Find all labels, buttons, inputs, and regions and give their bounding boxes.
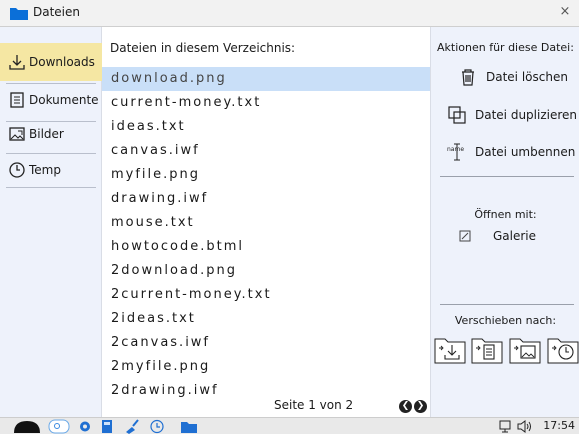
page-indicator: Seite 1 von 2 [274, 398, 354, 412]
file-row[interactable]: 2drawing.iwf [102, 379, 430, 403]
move-to-temp-button[interactable] [547, 336, 579, 364]
sidebar-item-label: Bilder [29, 127, 64, 141]
move-to-heading: Verschieben nach: [454, 314, 557, 327]
file-list-heading: Dateien in diesem Verzeichnis: [110, 41, 296, 55]
open-with-gallery[interactable]: Galerie [459, 229, 536, 243]
actions-heading: Aktionen für diese Datei: [437, 41, 574, 54]
gear-icon[interactable] [77, 419, 93, 434]
file-row[interactable]: current-money.txt [102, 91, 430, 115]
actions-divider [440, 176, 574, 177]
search-icon[interactable] [48, 419, 70, 434]
move-to-downloads-button[interactable] [434, 336, 466, 364]
move-divider [440, 304, 574, 305]
duplicate-file-label: Datei duplizieren [475, 108, 578, 122]
file-row[interactable]: download.png [102, 67, 430, 91]
clock-icon[interactable] [149, 419, 165, 434]
next-page-button[interactable]: ❯ [414, 400, 427, 413]
trash-icon [462, 69, 474, 86]
folder-icon[interactable] [180, 419, 198, 434]
rename-file-button[interactable]: name Datei umbennen [431, 139, 579, 165]
duplicate-icon [448, 106, 466, 124]
delete-file-label: Datei löschen [486, 70, 568, 84]
download-icon [9, 55, 25, 70]
gallery-label: Galerie [493, 229, 537, 243]
paint-icon[interactable] [124, 419, 140, 434]
image-icon [9, 127, 25, 141]
taskbar: 17:54 [0, 417, 579, 434]
file-row[interactable]: 2myfile.png [102, 355, 430, 379]
file-list-panel: Dateien in diesem Verzeichnis: download.… [102, 27, 430, 417]
file-row[interactable]: drawing.iwf [102, 187, 430, 211]
title-bar: Dateien × [0, 0, 579, 27]
document-icon [10, 92, 24, 108]
sidebar-item-downloads[interactable]: Downloads [0, 43, 102, 81]
delete-file-button[interactable]: Datei löschen [431, 64, 579, 90]
file-row[interactable]: 2current-money.txt [102, 283, 430, 307]
folder-icon [10, 8, 28, 20]
sidebar-item-bilder[interactable]: Bilder [0, 115, 102, 153]
duplicate-file-button[interactable]: Datei duplizieren [431, 102, 579, 128]
file-row[interactable]: 2canvas.iwf [102, 331, 430, 355]
sidebar-item-dokumente[interactable]: Dokumente [0, 81, 102, 119]
move-to-dokumente-button[interactable] [471, 336, 503, 364]
move-to-bilder-button[interactable] [509, 336, 541, 364]
rename-icon-text: name [447, 146, 464, 153]
sidebar-divider [6, 187, 96, 188]
sidebar-item-temp[interactable]: Temp [0, 151, 102, 189]
sidebar: Downloads Dokumente Bilder Temp [0, 27, 102, 417]
rename-file-label: Datei umbennen [475, 145, 576, 159]
file-list: download.png current-money.txt ideas.txt ca… [102, 67, 430, 403]
sidebar-item-label: Temp [29, 163, 61, 177]
file-row[interactable]: myfile.png [102, 163, 430, 187]
edit-icon [459, 230, 471, 242]
calculator-icon[interactable] [100, 419, 114, 434]
actions-panel: Aktionen für diese Datei: Datei löschen … [430, 27, 579, 417]
hat-icon[interactable] [12, 419, 42, 434]
file-row[interactable]: 2download.png [102, 259, 430, 283]
file-row[interactable]: howtocode.btml [102, 235, 430, 259]
window-title: Dateien [33, 5, 81, 19]
clock-icon [9, 162, 25, 178]
open-with-heading: Öffnen mit: [474, 208, 537, 221]
file-row[interactable]: 2ideas.txt [102, 307, 430, 331]
network-icon[interactable] [498, 419, 512, 434]
sidebar-item-label: Downloads [29, 55, 95, 69]
file-row[interactable]: ideas.txt [102, 115, 430, 139]
taskbar-clock: 17:54 [543, 419, 575, 432]
volume-icon[interactable] [516, 419, 532, 434]
file-row[interactable]: canvas.iwf [102, 139, 430, 163]
previous-page-button[interactable]: ❮ [399, 400, 412, 413]
rename-icon: name [447, 143, 464, 161]
close-button[interactable]: × [557, 4, 573, 20]
file-row[interactable]: mouse.txt [102, 211, 430, 235]
sidebar-item-label: Dokumente [29, 93, 99, 107]
